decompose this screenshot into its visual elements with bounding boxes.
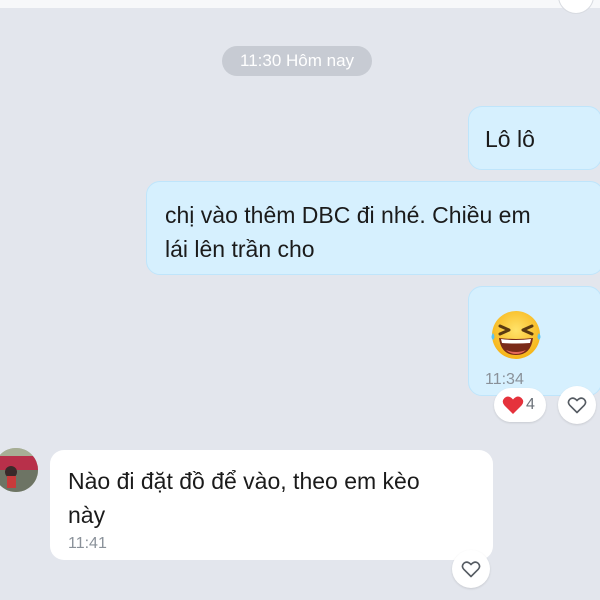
message-bubble-outgoing-emoji[interactable]: 11:34 [468, 286, 600, 396]
reaction-summary[interactable]: 4 [494, 388, 546, 422]
message-bubble-outgoing[interactable]: Lô lô [468, 106, 600, 170]
grinning-squinting-face-icon [491, 311, 541, 359]
heart-outline-icon [567, 397, 587, 414]
heart-icon [502, 396, 524, 414]
message-bubble-incoming[interactable]: Nào đi đặt đồ để vào, theo em kèo này 11… [50, 450, 493, 560]
message-text-line: Nào đi đặt đồ để vào, theo em kèo [68, 468, 420, 494]
react-button[interactable] [452, 550, 490, 588]
message-timestamp: 11:34 [485, 371, 524, 388]
message-bubble-outgoing[interactable]: chị vào thêm DBC đi nhé. Chiều em lái lê… [146, 181, 600, 275]
top-bar [0, 0, 600, 14]
message-text-line: này [68, 502, 106, 528]
react-button[interactable] [558, 386, 596, 424]
avatar-photo [0, 448, 38, 492]
message-text: Lô lô [485, 126, 535, 152]
heart-outline-icon [461, 561, 481, 578]
reaction-count: 4 [526, 396, 535, 413]
message-timestamp: 11:41 [68, 535, 107, 552]
time-separator: 11:30 Hôm nay [222, 46, 373, 76]
message-text-line: lái lên trần cho [165, 236, 315, 262]
avatar[interactable] [0, 448, 38, 492]
top-action-button[interactable] [558, 0, 594, 14]
message-text-line: chị vào thêm DBC đi nhé. Chiều em [165, 202, 531, 228]
